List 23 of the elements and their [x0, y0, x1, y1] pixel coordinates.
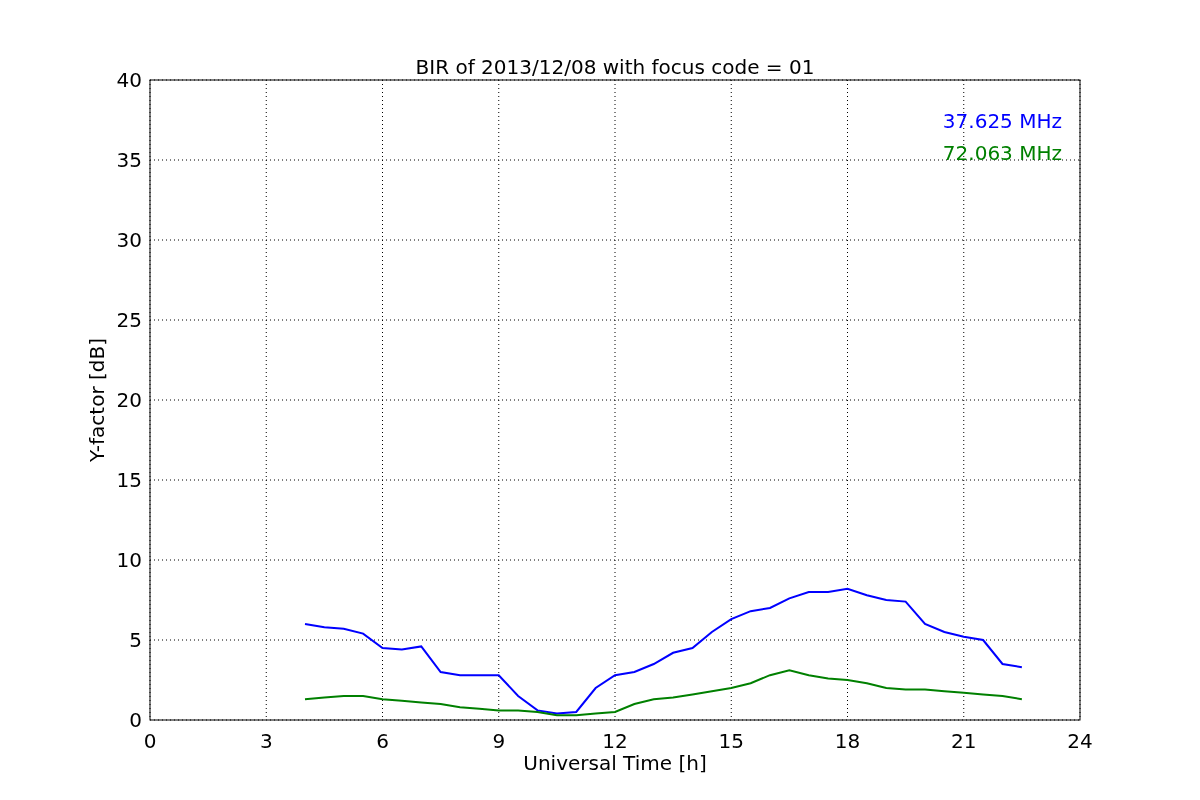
x-tick-label: 18	[834, 729, 861, 753]
x-tick-label: 6	[376, 729, 389, 753]
x-tick-label: 21	[951, 729, 977, 753]
x-tick-label: 24	[1067, 729, 1093, 753]
y-tick-label: 35	[116, 148, 142, 172]
x-tick-label: 9	[492, 729, 506, 753]
y-tick-label: 10	[116, 548, 142, 572]
legend-label: 72.063 MHz	[942, 141, 1062, 165]
x-tick-label: 3	[259, 729, 273, 753]
y-axis-label: Y-factor [dB]	[85, 338, 109, 462]
legend-label: 37.625 MHz	[942, 109, 1062, 133]
y-tick-label: 15	[116, 468, 142, 492]
y-tick-label: 25	[116, 308, 142, 332]
y-tick-label: 40	[116, 68, 142, 92]
x-axis-label: Universal Time [h]	[523, 751, 707, 775]
x-tick-label: 0	[143, 729, 157, 753]
x-tick-label: 15	[718, 729, 744, 753]
chart-title: BIR of 2013/12/08 with focus code = 01	[415, 55, 815, 79]
y-tick-label: 20	[116, 388, 142, 412]
x-tick-label: 12	[602, 729, 628, 753]
y-tick-label: 30	[116, 228, 142, 252]
y-tick-label: 5	[129, 628, 142, 652]
y-tick-label: 0	[129, 708, 142, 732]
